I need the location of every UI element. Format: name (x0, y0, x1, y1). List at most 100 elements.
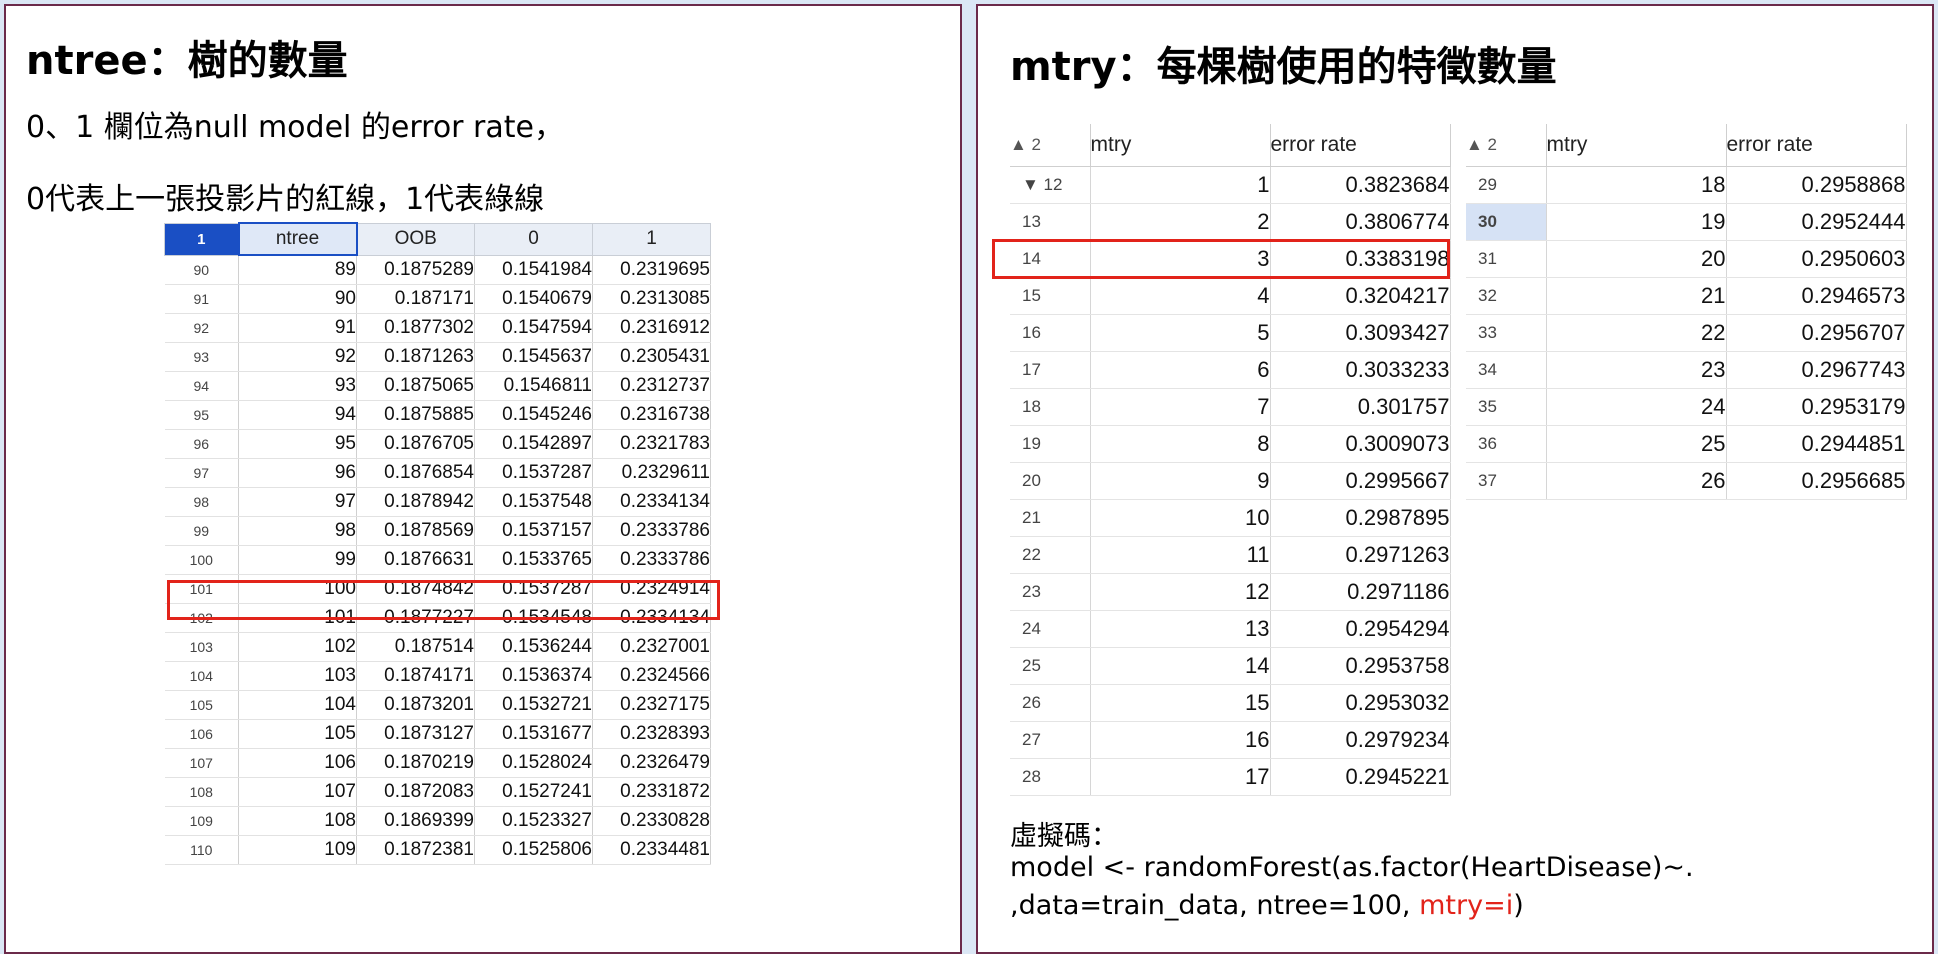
table-row[interactable]: 22 11 0.2971263 (1010, 536, 1451, 574)
table-cell[interactable]: 0.2324566 (592, 661, 711, 691)
table-cell[interactable]: 0.1533765 (474, 545, 593, 575)
row-number[interactable]: 108 (164, 777, 239, 807)
table-cell[interactable]: 19 (1546, 203, 1727, 241)
table-cell[interactable]: 6 (1090, 351, 1271, 389)
table-row[interactable]: 36 25 0.2944851 (1466, 425, 1907, 463)
table-cell[interactable]: 0.2987895 (1270, 499, 1451, 537)
row-number[interactable]: 24 (1010, 610, 1091, 648)
table-row[interactable]: 97 96 0.1876854 0.1537287 0.2329611 (164, 458, 711, 488)
table-cell[interactable]: 0.1540679 (474, 284, 593, 314)
row-number[interactable]: 16 (1010, 314, 1091, 352)
table-cell[interactable]: 0.1546811 (474, 371, 593, 401)
table-cell[interactable]: 0.2953032 (1270, 684, 1451, 722)
row-number[interactable]: 30 (1466, 203, 1547, 241)
table-row[interactable]: 27 16 0.2979234 (1010, 721, 1451, 759)
table-row[interactable]: 94 93 0.1875065 0.1546811 0.2312737 (164, 371, 711, 401)
table-row[interactable]: 13 2 0.3806774 (1010, 203, 1451, 241)
table-cell[interactable]: 0.2316738 (592, 400, 711, 430)
table-cell[interactable]: 20 (1546, 240, 1727, 278)
table-row[interactable]: 20 9 0.2995667 (1010, 462, 1451, 500)
table-row[interactable]: 108 107 0.1872083 0.1527241 0.2331872 (164, 777, 711, 807)
table-row[interactable]: 103 102 0.187514 0.1536244 0.2327001 (164, 632, 711, 662)
table-row[interactable]: 19 8 0.3009073 (1010, 425, 1451, 463)
table-cell[interactable]: 0.3806774 (1270, 203, 1451, 241)
table-cell[interactable]: 7 (1090, 388, 1271, 426)
table-row[interactable]: 17 6 0.3033233 (1010, 351, 1451, 389)
table-cell[interactable]: 16 (1090, 721, 1271, 759)
table-cell[interactable]: 0.1528024 (474, 748, 593, 778)
table-cell[interactable]: 1 (1090, 166, 1271, 204)
row-number[interactable]: 34 (1466, 351, 1547, 389)
row-number[interactable]: 26 (1010, 684, 1091, 722)
table-cell[interactable]: 0.1532721 (474, 690, 593, 720)
table-cell[interactable]: 0.301757 (1270, 388, 1451, 426)
table-row[interactable]: 26 15 0.2953032 (1010, 684, 1451, 722)
table-row[interactable]: 110 109 0.1872381 0.1525806 0.2334481 (164, 835, 711, 865)
table-cell[interactable]: 0.2319695 (592, 255, 711, 285)
table-cell[interactable]: 0.3823684 (1270, 166, 1451, 204)
row-number[interactable]: 98 (164, 487, 239, 517)
table-row[interactable]: 93 92 0.1871263 0.1545637 0.2305431 (164, 342, 711, 372)
table-cell[interactable]: 0.2330828 (592, 806, 711, 836)
table-cell[interactable]: 0.2952444 (1726, 203, 1907, 241)
row-number[interactable]: 91 (164, 284, 239, 314)
table-cell[interactable]: 21 (1546, 277, 1727, 315)
row-number[interactable]: 28 (1010, 758, 1091, 796)
column-header-mtry[interactable]: mtry (1546, 124, 1727, 167)
table-cell[interactable]: 107 (238, 777, 357, 807)
table-row[interactable]: 16 5 0.3093427 (1010, 314, 1451, 352)
table-cell[interactable]: 15 (1090, 684, 1271, 722)
table-cell[interactable]: 0.2327175 (592, 690, 711, 720)
table-cell[interactable]: 0.187171 (356, 284, 475, 314)
table-cell[interactable]: 0.1875289 (356, 255, 475, 285)
table-cell[interactable]: 0.1878569 (356, 516, 475, 546)
table-cell[interactable]: 10 (1090, 499, 1271, 537)
table-cell[interactable]: 103 (238, 661, 357, 691)
table-cell[interactable]: 91 (238, 313, 357, 343)
table-cell[interactable]: 0.1875885 (356, 400, 475, 430)
row-number[interactable]: 93 (164, 342, 239, 372)
table-cell[interactable]: 0.2945221 (1270, 758, 1451, 796)
row-number[interactable]: 100 (164, 545, 239, 575)
table-cell[interactable]: 0.1875065 (356, 371, 475, 401)
table-cell[interactable]: 22 (1546, 314, 1727, 352)
row-number[interactable]: 33 (1466, 314, 1547, 352)
table-cell[interactable]: 25 (1546, 425, 1727, 463)
table-cell[interactable]: 0.2971186 (1270, 573, 1451, 611)
table-cell[interactable]: 0.2333786 (592, 516, 711, 546)
table-cell[interactable]: 0.3009073 (1270, 425, 1451, 463)
table-cell[interactable]: 0.2958868 (1726, 166, 1907, 204)
column-header-ntree[interactable]: ntree (237, 222, 358, 256)
table-cell[interactable]: 98 (238, 516, 357, 546)
row-number[interactable]: 19 (1010, 425, 1091, 463)
table-cell[interactable]: 0.1877302 (356, 313, 475, 343)
table-row[interactable]: 92 91 0.1877302 0.1547594 0.2316912 (164, 313, 711, 343)
table-row[interactable]: 106 105 0.1873127 0.1531677 0.2328393 (164, 719, 711, 749)
table-cell[interactable]: 0.1873127 (356, 719, 475, 749)
table-cell[interactable]: 0.1545637 (474, 342, 593, 372)
table-cell[interactable]: 5 (1090, 314, 1271, 352)
column-header-error-rate[interactable]: error rate (1726, 124, 1907, 167)
table-cell[interactable]: 92 (238, 342, 357, 372)
table-row[interactable]: 25 14 0.2953758 (1010, 647, 1451, 685)
table-cell[interactable]: 0.1536244 (474, 632, 593, 662)
table-cell[interactable]: 0.2333786 (592, 545, 711, 575)
table-row[interactable]: 33 22 0.2956707 (1466, 314, 1907, 352)
table-cell[interactable]: 0.2953179 (1726, 388, 1907, 426)
row-number[interactable]: 103 (164, 632, 239, 662)
table-cell[interactable]: 0.2331872 (592, 777, 711, 807)
table-cell[interactable]: 0.1874171 (356, 661, 475, 691)
row-number-header[interactable]: 1 (164, 222, 239, 256)
table-cell[interactable]: 13 (1090, 610, 1271, 648)
table-cell[interactable]: 0.1537157 (474, 516, 593, 546)
table-cell[interactable]: 8 (1090, 425, 1271, 463)
table-cell[interactable]: 0.2327001 (592, 632, 711, 662)
row-number-header[interactable]: ▲ 2 (1010, 124, 1091, 167)
column-header-mtry[interactable]: mtry (1090, 124, 1271, 167)
table-cell[interactable]: 17 (1090, 758, 1271, 796)
row-number[interactable]: 20 (1010, 462, 1091, 500)
table-cell[interactable]: 90 (238, 284, 357, 314)
row-number[interactable]: ▼ 12 (1010, 166, 1091, 204)
table-cell[interactable]: 0.2334481 (592, 835, 711, 865)
table-cell[interactable]: 109 (238, 835, 357, 865)
